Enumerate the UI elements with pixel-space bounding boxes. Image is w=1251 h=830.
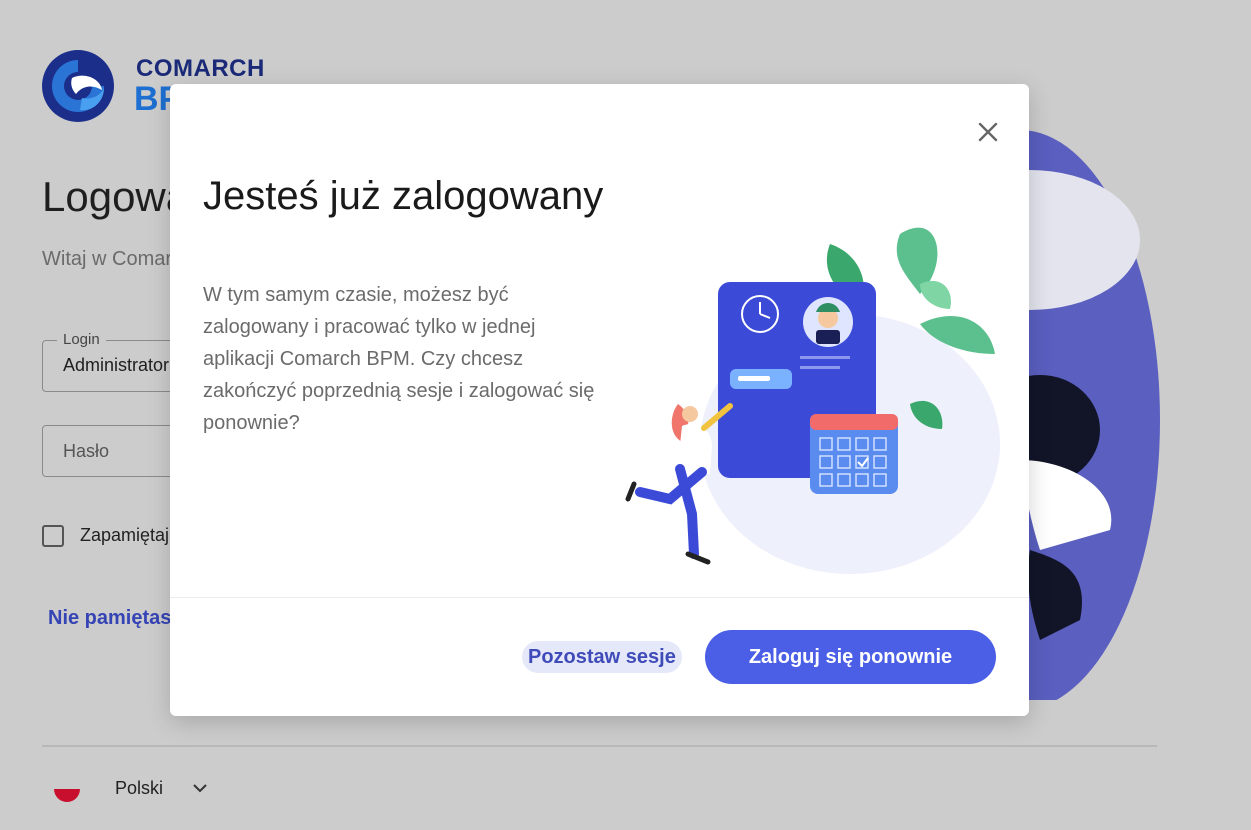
brand-name-top: COMARCH [136, 55, 265, 82]
chevron-down-icon[interactable] [190, 778, 210, 798]
dialog-message: W tym samym czasie, możesz być zalogowan… [203, 284, 595, 434]
password-placeholder: Hasło [63, 441, 110, 461]
relogin-button[interactable]: Zaloguj się ponownie [705, 630, 996, 684]
checkbox-icon[interactable] [42, 525, 64, 547]
dialog-footer-divider [170, 597, 1029, 598]
dialog-illustration [625, 227, 1000, 574]
close-icon[interactable] [974, 118, 1002, 146]
dialog-title: Jesteś już zalogowany [203, 174, 604, 218]
flag-pl-icon [54, 776, 80, 802]
already-logged-in-dialog: Jesteś już zalogowany W tym samym czasie… [170, 84, 1029, 716]
language-label[interactable]: Polski [115, 778, 163, 799]
comarch-logo-icon [42, 50, 114, 122]
login-field-label: Login [57, 331, 106, 348]
footer-divider [42, 745, 1157, 747]
keep-session-button[interactable]: Pozostaw sesje [522, 641, 682, 673]
login-field-value: Administrator [63, 355, 170, 375]
